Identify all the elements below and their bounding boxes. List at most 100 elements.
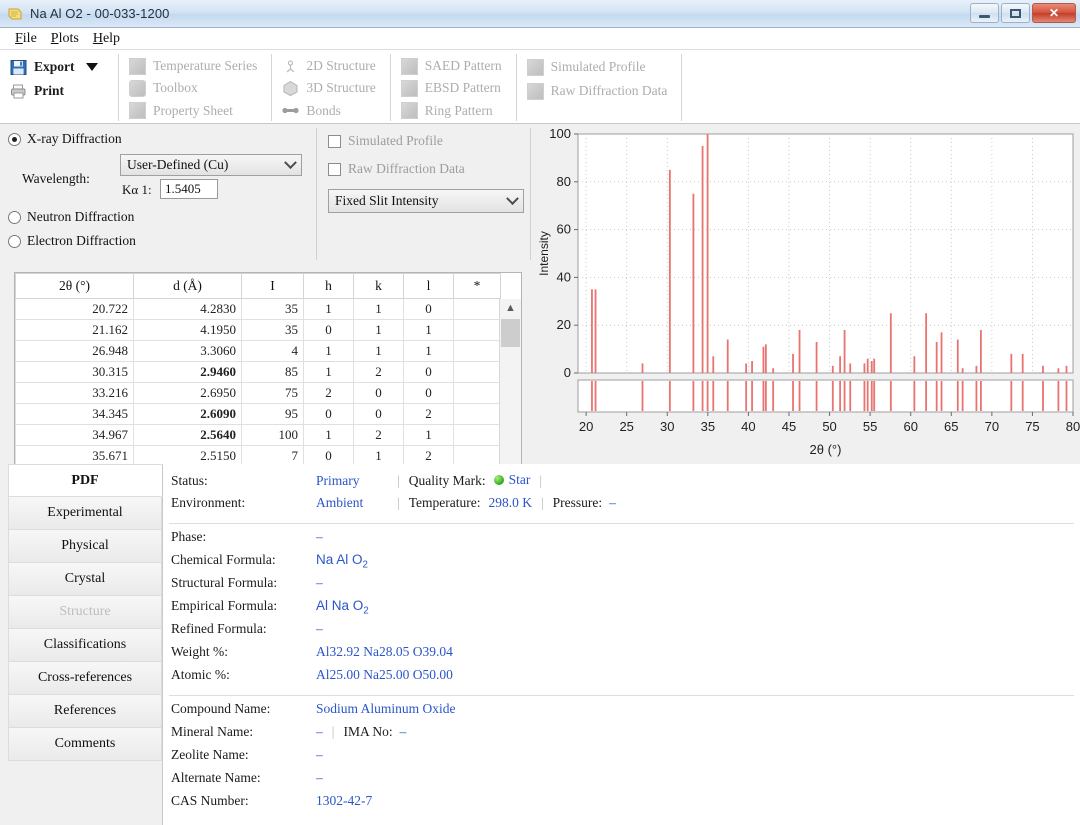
- toolbar-ebsd-pattern-label: EBSD Pattern: [424, 80, 501, 96]
- kalpha-label: Kα 1:: [122, 182, 152, 197]
- cell-intensity: 85: [241, 361, 304, 383]
- kalpha-input[interactable]: 1.5405: [160, 179, 218, 199]
- toolbar-toolbox-button[interactable]: Toolbox: [129, 78, 261, 98]
- scrollbar-thumb[interactable]: [501, 319, 520, 347]
- radio-electron-diffraction[interactable]: Electron Diffraction: [8, 231, 312, 251]
- empirical-formula-value: Al Na O2: [316, 598, 369, 617]
- toolbar-ebsd-pattern-button[interactable]: EBSD Pattern: [400, 78, 506, 98]
- tab-label: Comments: [54, 736, 116, 751]
- divider: |: [397, 473, 400, 488]
- radio-xray-icon: [8, 132, 21, 146]
- toolbar-temperature-series-label: Temperature Series: [153, 58, 258, 74]
- chevron-down-icon[interactable]: [85, 63, 98, 71]
- molecule-3d-icon: [282, 80, 299, 97]
- col-d-spacing[interactable]: d (Å): [133, 273, 242, 299]
- wavelength-source-select[interactable]: User-Defined (Cu): [120, 154, 302, 176]
- checkbox-raw-diffraction-data[interactable]: Raw Diffraction Data: [328, 158, 528, 180]
- table-row[interactable]: 26.948 3.3060 4 1 1 1: [15, 340, 501, 362]
- toolbar-raw-diffraction-data-button[interactable]: Raw Diffraction Data: [526, 80, 672, 102]
- table-row[interactable]: 30.315 2.9460 85 1 2 0: [15, 361, 501, 383]
- tab-physical[interactable]: Physical: [8, 530, 162, 563]
- toolbar-print-label: Print: [34, 83, 64, 98]
- diffraction-chart[interactable]: 0 20 40 60 80 100 20 25 30 35 40 45 50 55 60 65 70 75 80 In…: [532, 124, 1080, 459]
- structural-formula-label: Structural Formula:: [171, 575, 278, 590]
- col-two-theta[interactable]: 2θ (°): [15, 273, 134, 299]
- zeolite-name-label: Zeolite Name:: [171, 747, 249, 762]
- toolbar-group-patterns: SAED Pattern EBSD Pattern Ring Pattern: [389, 54, 516, 121]
- quality-mark-value: Star: [508, 472, 531, 487]
- toolbar-property-sheet-button[interactable]: Property Sheet: [129, 101, 261, 121]
- toolbar-ring-pattern-button[interactable]: Ring Pattern: [400, 101, 506, 121]
- toolbar-toolbox-label: Toolbox: [153, 80, 198, 96]
- compound-name-label: Compound Name:: [171, 701, 271, 716]
- intensity-mode-select[interactable]: Fixed Slit Intensity: [328, 189, 524, 213]
- col-k[interactable]: k: [353, 273, 404, 299]
- table-row[interactable]: 34.967 2.5640 100 1 2 1: [15, 424, 501, 446]
- y-axis-label: Intensity: [537, 231, 551, 276]
- cell-h: 0: [303, 403, 354, 425]
- menu-file[interactable]: File: [8, 30, 44, 48]
- detail-row-phase: Phase: –: [163, 529, 1080, 552]
- atomic-pct-label: Atomic %:: [171, 667, 230, 682]
- detail-row-cas-number: CAS Number: 1302-42-7: [163, 793, 1080, 816]
- scroll-up-icon[interactable]: ▲: [500, 299, 521, 317]
- toolbar-3d-structure-label: 3D Structure: [306, 80, 376, 96]
- tab-label: Crystal: [64, 571, 106, 586]
- minimize-button[interactable]: [970, 3, 999, 23]
- table-row[interactable]: 34.345 2.6090 95 0 0 2: [15, 403, 501, 425]
- col-star[interactable]: *: [453, 273, 501, 299]
- tab-experimental[interactable]: Experimental: [8, 497, 162, 530]
- profile-options-panel: Simulated Profile Raw Diffraction Data F…: [328, 130, 528, 213]
- cell-intensity: 35: [241, 298, 304, 320]
- ring-icon: [400, 102, 418, 120]
- tab-comments[interactable]: Comments: [8, 728, 162, 761]
- table-row[interactable]: 21.162 4.1950 35 0 1 1: [15, 319, 501, 341]
- refined-formula-value: –: [316, 621, 323, 636]
- toolbar-bonds-button[interactable]: Bonds: [282, 101, 379, 121]
- save-icon: [10, 59, 27, 76]
- table-row[interactable]: 33.216 2.6950 75 2 0 0: [15, 382, 501, 404]
- svg-text:45: 45: [782, 419, 796, 434]
- cell-l: 0: [403, 382, 454, 404]
- cell-d-spacing: 2.6950: [133, 382, 242, 404]
- close-button[interactable]: ✕: [1032, 3, 1076, 23]
- tab-crystal[interactable]: Crystal: [8, 563, 162, 596]
- tab-pdf[interactable]: PDF: [8, 464, 162, 497]
- col-h[interactable]: h: [303, 273, 354, 299]
- svg-text:80: 80: [1066, 419, 1080, 434]
- checkbox-raw-diffraction-data-label: Raw Diffraction Data: [348, 161, 465, 176]
- quality-star-icon: [493, 475, 504, 485]
- toolbar-property-sheet-label: Property Sheet: [153, 102, 233, 118]
- toolbar-group-profiles: Simulated Profile Raw Diffraction Data: [515, 54, 682, 121]
- toolbar-export-button[interactable]: Export: [10, 56, 108, 78]
- radio-neutron-diffraction[interactable]: Neutron Diffraction: [8, 207, 312, 227]
- pressure-value: –: [609, 495, 616, 510]
- cell-star: [453, 424, 501, 446]
- peaks-table-header-row: 2θ (°) d (Å) I h k l *: [15, 273, 501, 299]
- checkbox-simulated-profile[interactable]: Simulated Profile: [328, 130, 528, 152]
- tab-classifications[interactable]: Classifications: [8, 629, 162, 662]
- toolbar-3d-structure-button[interactable]: 3D Structure: [282, 78, 379, 98]
- col-l[interactable]: l: [403, 273, 454, 299]
- toolbar-simulated-profile-button[interactable]: Simulated Profile: [526, 56, 672, 78]
- empirical-formula-label: Empirical Formula:: [171, 598, 278, 613]
- maximize-button[interactable]: [1001, 3, 1030, 23]
- menu-plots[interactable]: Plots: [44, 30, 86, 48]
- col-intensity[interactable]: I: [241, 273, 304, 299]
- menu-help[interactable]: Help: [86, 30, 127, 48]
- ima-no-value: –: [399, 724, 407, 739]
- detail-row-chemical-formula: Chemical Formula: Na Al O2: [163, 552, 1080, 575]
- toolbar-print-button[interactable]: Print: [10, 80, 108, 102]
- svg-text:40: 40: [557, 269, 571, 284]
- table-row[interactable]: 20.722 4.2830 35 1 1 0: [15, 298, 501, 320]
- svg-text:30: 30: [660, 419, 674, 434]
- tab-references[interactable]: References: [8, 695, 162, 728]
- toolbar-saed-pattern-button[interactable]: SAED Pattern: [400, 56, 506, 76]
- tab-cross-references[interactable]: Cross-references: [8, 662, 162, 695]
- toolbar-temperature-series-button[interactable]: Temperature Series: [129, 56, 261, 76]
- tab-label: Cross-references: [37, 670, 133, 685]
- toolbar-2d-structure-button[interactable]: 2D Structure: [282, 56, 379, 76]
- radio-xray-diffraction[interactable]: X-ray Diffraction: [8, 129, 312, 149]
- cell-l: 0: [403, 361, 454, 383]
- mineral-name-value: –: [316, 724, 323, 739]
